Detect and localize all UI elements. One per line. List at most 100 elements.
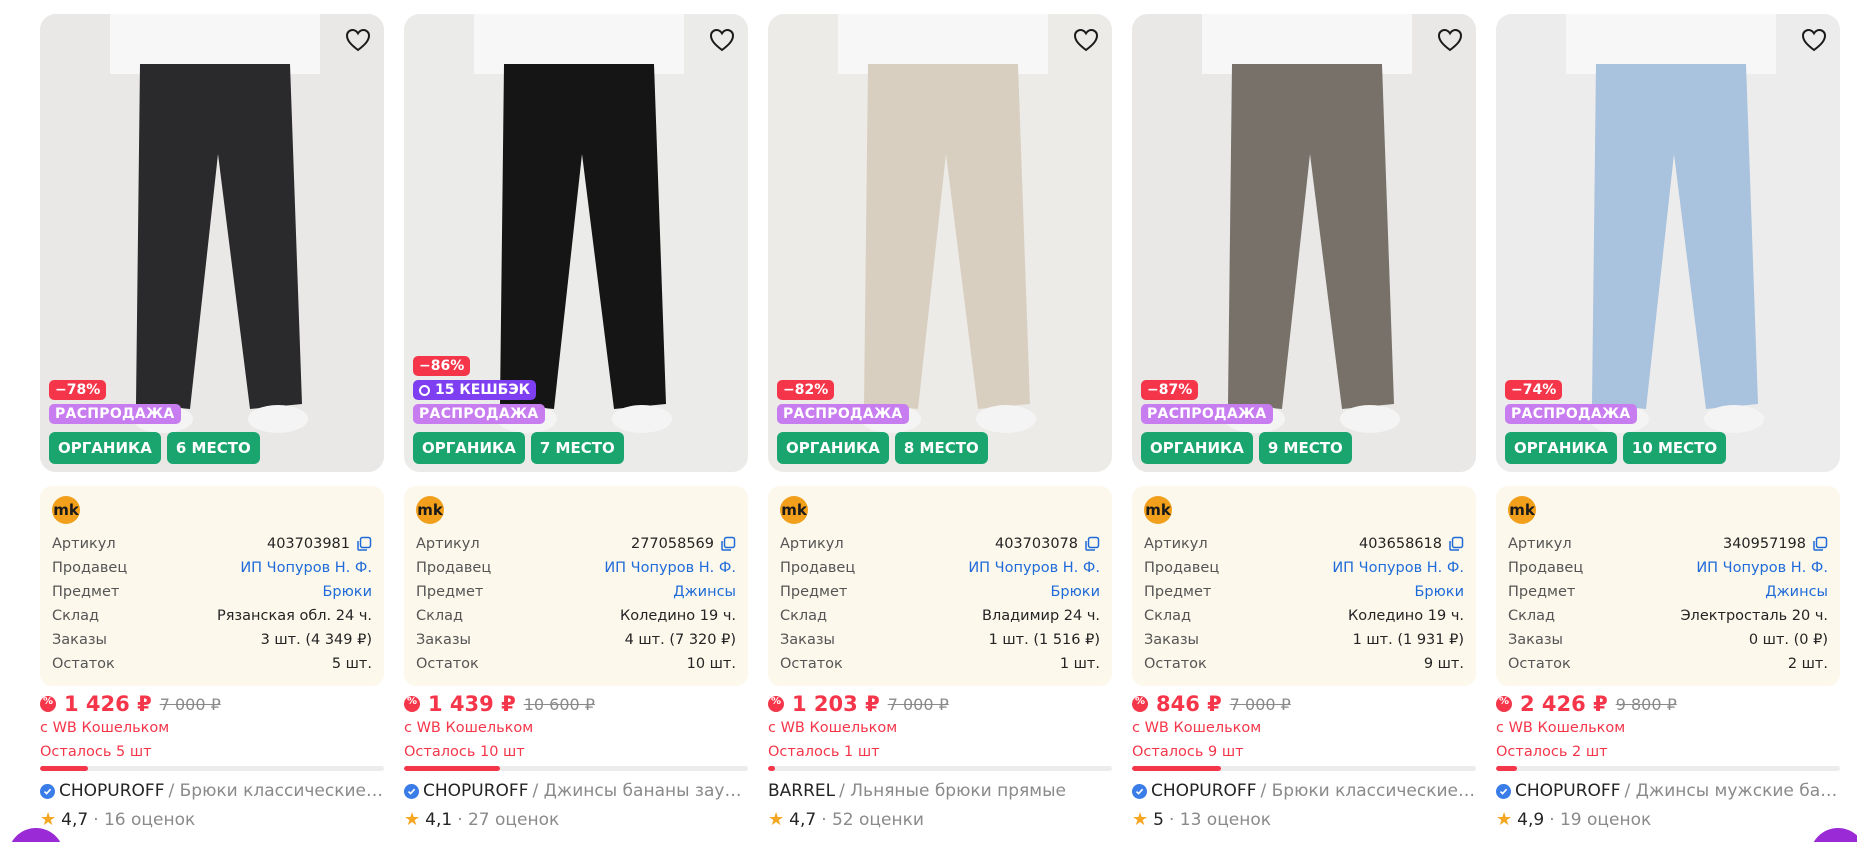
organic-badge: ОРГАНИКА xyxy=(413,432,525,464)
orders-label: Заказы xyxy=(1144,632,1199,648)
seller-link[interactable]: ИП Чопуров Н. Ф. xyxy=(1332,556,1464,580)
badge-group: −78% РАСПРОДАЖА ОРГАНИКА 6 МЕСТО xyxy=(49,380,260,464)
current-price: 2 426 ₽ xyxy=(1520,692,1608,716)
warehouse-label: Склад xyxy=(52,608,100,624)
review-count: · 27 оценок xyxy=(457,809,560,830)
orders-label: Заказы xyxy=(780,632,835,648)
orders-label: Заказы xyxy=(1508,632,1563,648)
subject-row: Предмет Брюки xyxy=(1144,580,1464,604)
product-photo[interactable]: −74% РАСПРОДАЖА ОРГАНИКА 10 МЕСТО xyxy=(1496,14,1840,472)
chat-bubble-left[interactable] xyxy=(8,828,64,842)
product-analytics-panel: mk Артикул 403703981 Продавец ИП Чопуров… xyxy=(40,486,384,686)
product-card[interactable]: −86% 15 КЕШБЭК РАСПРОДАЖА ОРГАНИКА 7 МЕС… xyxy=(404,14,748,830)
product-title[interactable]: CHOPUROFF / Джинсы мужские бана... xyxy=(1496,781,1840,801)
rating: ★ 4,1 · 27 оценок xyxy=(404,809,748,830)
product-title[interactable]: BARREL / Льняные брюки прямые xyxy=(768,781,1112,801)
current-price: 1 203 ₽ xyxy=(792,692,880,716)
remaining-stock: Осталось 5 шт xyxy=(40,744,152,760)
favorite-heart-icon[interactable] xyxy=(1434,24,1466,56)
product-name: / Льняные брюки прямые xyxy=(839,781,1066,801)
product-photo[interactable]: −82% РАСПРОДАЖА ОРГАНИКА 8 МЕСТО xyxy=(768,14,1112,472)
product-title[interactable]: CHOPUROFF / Брюки классические п... xyxy=(40,781,384,801)
place-badge: 7 МЕСТО xyxy=(530,432,624,464)
sale-badge: РАСПРОДАЖА xyxy=(49,404,181,424)
chat-bubble-right[interactable] xyxy=(1810,828,1857,842)
remaining-stock-bar xyxy=(1132,766,1476,771)
warehouse-value: Электросталь 20 ч. xyxy=(1680,608,1828,624)
orders-label: Заказы xyxy=(416,632,471,648)
seller-link[interactable]: ИП Чопуров Н. Ф. xyxy=(968,556,1100,580)
product-analytics-panel: mk Артикул 403658618 Продавец ИП Чопуров… xyxy=(1132,486,1476,686)
favorite-heart-icon[interactable] xyxy=(706,24,738,56)
stock-label: Остаток xyxy=(1144,656,1207,672)
article-row: Артикул 403703078 xyxy=(780,532,1100,556)
sale-badge: РАСПРОДАЖА xyxy=(1141,404,1273,424)
seller-row: Продавец ИП Чопуров Н. Ф. xyxy=(416,556,736,580)
rating: ★ 5 · 13 оценок xyxy=(1132,809,1476,830)
sale-badge: РАСПРОДАЖА xyxy=(413,404,545,424)
subject-link[interactable]: Брюки xyxy=(1414,580,1464,604)
article-row: Артикул 403703981 xyxy=(52,532,372,556)
wallet-discount-icon xyxy=(40,696,56,712)
cashback-label: 15 КЕШБЭК xyxy=(435,382,531,398)
seller-link[interactable]: ИП Чопуров Н. Ф. xyxy=(1696,556,1828,580)
product-card[interactable]: −87% РАСПРОДАЖА ОРГАНИКА 9 МЕСТО mk Арти… xyxy=(1132,14,1476,830)
seller-link[interactable]: ИП Чопуров Н. Ф. xyxy=(240,556,372,580)
old-price: 9 800 ₽ xyxy=(1615,694,1677,714)
article-row: Артикул 340957198 xyxy=(1508,532,1828,556)
copy-icon[interactable] xyxy=(1084,536,1100,552)
product-card[interactable]: −78% РАСПРОДАЖА ОРГАНИКА 6 МЕСТО mk Арти… xyxy=(40,14,384,830)
wallet-note: с WB Кошельком xyxy=(40,720,170,736)
product-photo[interactable]: −78% РАСПРОДАЖА ОРГАНИКА 6 МЕСТО xyxy=(40,14,384,472)
stock-value: 10 шт. xyxy=(686,656,736,672)
article-row: Артикул 403658618 xyxy=(1144,532,1464,556)
favorite-heart-icon[interactable] xyxy=(1070,24,1102,56)
favorite-heart-icon[interactable] xyxy=(342,24,374,56)
stock-row: Остаток 5 шт. xyxy=(52,652,372,676)
brand-name: CHOPUROFF xyxy=(59,781,165,801)
copy-icon[interactable] xyxy=(1448,536,1464,552)
price-block: 1 426 ₽ 7 000 ₽ xyxy=(40,692,384,716)
remaining-stock-fill xyxy=(768,766,775,771)
stock-row: Остаток 10 шт. xyxy=(416,652,736,676)
stock-value: 5 шт. xyxy=(331,656,372,672)
copy-icon[interactable] xyxy=(356,536,372,552)
remaining-stock-fill xyxy=(404,766,501,771)
place-badge: 10 МЕСТО xyxy=(1622,432,1727,464)
place-badge: 9 МЕСТО xyxy=(1258,432,1352,464)
product-title[interactable]: CHOPUROFF / Брюки классические п... xyxy=(1132,781,1476,801)
star-icon: ★ xyxy=(404,809,421,830)
warehouse-value: Владимир 24 ч. xyxy=(982,608,1100,624)
place-badge: 8 МЕСТО xyxy=(894,432,988,464)
remaining-stock: Осталось 2 шт xyxy=(1496,744,1608,760)
subject-link[interactable]: Брюки xyxy=(1050,580,1100,604)
warehouse-label: Склад xyxy=(1144,608,1192,624)
cashback-badge: 15 КЕШБЭК xyxy=(413,380,537,400)
seller-label: Продавец xyxy=(780,560,856,576)
copy-icon[interactable] xyxy=(1812,536,1828,552)
product-card[interactable]: −82% РАСПРОДАЖА ОРГАНИКА 8 МЕСТО mk Арти… xyxy=(768,14,1112,830)
stock-row: Остаток 2 шт. xyxy=(1508,652,1828,676)
copy-icon[interactable] xyxy=(720,536,736,552)
product-analytics-panel: mk Артикул 277058569 Продавец ИП Чопуров… xyxy=(404,486,748,686)
product-card[interactable]: −74% РАСПРОДАЖА ОРГАНИКА 10 МЕСТО mk Арт… xyxy=(1496,14,1840,830)
brand-name: BARREL xyxy=(768,781,836,801)
product-title[interactable]: CHOPUROFF / Джинсы бананы зауже... xyxy=(404,781,748,801)
article-value: 403703078 xyxy=(995,532,1100,556)
warehouse-row: Склад Коледино 19 ч. xyxy=(1144,604,1464,628)
seller-logo: mk xyxy=(416,496,444,524)
stock-label: Остаток xyxy=(52,656,115,672)
review-count: · 52 оценки xyxy=(821,809,924,830)
product-photo[interactable]: −87% РАСПРОДАЖА ОРГАНИКА 9 МЕСТО xyxy=(1132,14,1476,472)
seller-link[interactable]: ИП Чопуров Н. Ф. xyxy=(604,556,736,580)
subject-link[interactable]: Джинсы xyxy=(673,580,736,604)
orders-row: Заказы 3 шт. (4 349 ₽) xyxy=(52,628,372,652)
subject-link[interactable]: Джинсы xyxy=(1765,580,1828,604)
favorite-heart-icon[interactable] xyxy=(1798,24,1830,56)
product-photo[interactable]: −86% 15 КЕШБЭК РАСПРОДАЖА ОРГАНИКА 7 МЕС… xyxy=(404,14,748,472)
badge-group: −86% 15 КЕШБЭК РАСПРОДАЖА ОРГАНИКА 7 МЕС… xyxy=(413,356,624,464)
orders-value: 4 шт. (7 320 ₽) xyxy=(624,632,736,648)
wallet-note: с WB Кошельком xyxy=(768,720,898,736)
subject-label: Предмет xyxy=(52,584,120,600)
subject-link[interactable]: Брюки xyxy=(322,580,372,604)
